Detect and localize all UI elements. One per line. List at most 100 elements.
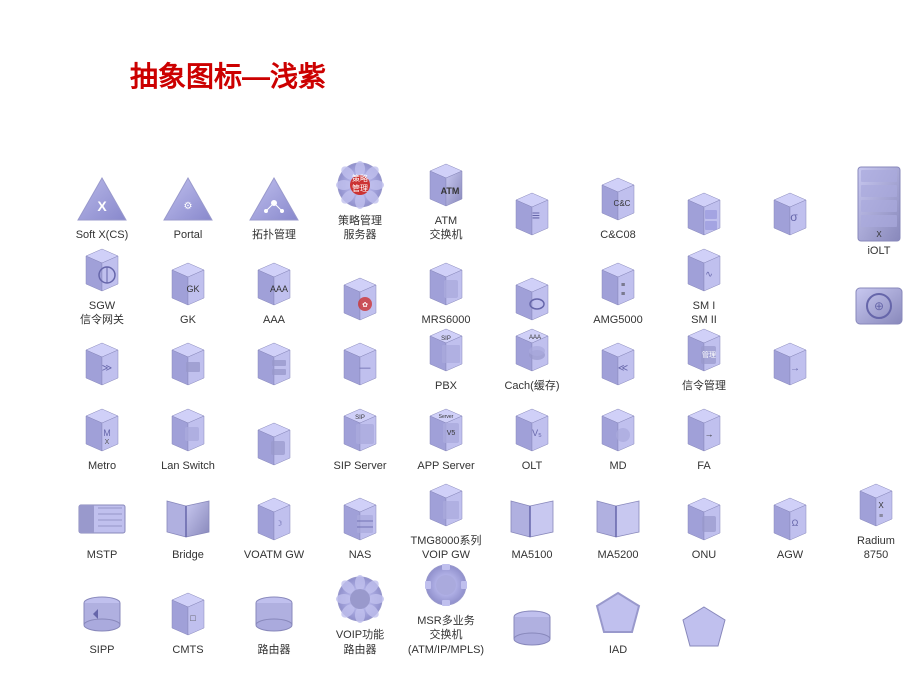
icon-r3-2 [148, 338, 228, 393]
icon-r3-6: ≪ [578, 338, 658, 393]
label-radium: Radium 8750 [857, 534, 895, 563]
label-olt: OLT [522, 459, 543, 473]
icon-appserver: Server V5 APP Server [406, 404, 486, 473]
icon-bridge: Bridge [148, 493, 228, 562]
icon-r3-4: — [320, 338, 400, 393]
svg-text:SIP: SIP [441, 336, 451, 342]
icon-signaling: 管理 信令管理 [664, 324, 744, 393]
label-sipp: SIPP [89, 643, 114, 657]
icon-cube8 [664, 188, 744, 243]
icon-cmts: □ CMTS [148, 588, 228, 657]
icon-sm: ∿ SM I SM II [664, 244, 744, 328]
icon-voip-router: VOIP功能 路由器 [320, 573, 400, 657]
svg-text:AAA: AAA [270, 284, 288, 294]
icon-iolt: X iOLT [853, 165, 905, 257]
label-pbx: PBX [435, 379, 457, 393]
icon-lanswitch: Lan Switch [148, 404, 228, 473]
icon-big-right: ⊕ [853, 280, 905, 337]
svg-text:V5: V5 [447, 430, 456, 437]
icon-blank1: ≡ [492, 188, 572, 243]
icon-aaa: AAA AAA [234, 258, 314, 327]
svg-text:策略: 策略 [352, 173, 368, 183]
svg-text:V₅: V₅ [532, 428, 542, 438]
svg-text:X: X [105, 439, 110, 446]
svg-text:≡: ≡ [879, 513, 883, 520]
svg-text:σ: σ [790, 210, 798, 224]
icon-softx: X Soft X(CS) [62, 173, 142, 242]
icon-nas: NAS [320, 493, 400, 562]
icon-agw: Ω AGW [750, 493, 830, 562]
icon-ma5200: MA5200 [578, 493, 658, 562]
svg-text:管理: 管理 [352, 183, 368, 193]
icon-voatm: ☽ VOATM GW [234, 493, 314, 562]
label-signaling: 信令管理 [682, 379, 726, 393]
svg-text:X: X [878, 501, 884, 510]
label-agw: AGW [777, 548, 803, 562]
icon-portal: ⚙ Portal [148, 173, 228, 242]
icon-r6-extra [664, 602, 744, 657]
icon-mrs6000: MRS6000 [406, 258, 486, 327]
icon-router: 路由器 [234, 588, 314, 657]
svg-text:≡: ≡ [621, 291, 625, 298]
svg-text:X: X [97, 198, 107, 214]
icon-cc08: C&C C&C08 [578, 173, 658, 242]
label-iad: IAD [609, 643, 627, 657]
svg-text:Ω: Ω [792, 518, 799, 528]
svg-text:⚙: ⚙ [184, 201, 193, 212]
svg-text:M: M [103, 428, 111, 438]
label-appserver: APP Server [417, 459, 474, 473]
icon-r3-8: → [750, 338, 830, 393]
svg-text:管理: 管理 [702, 350, 716, 359]
label-voip-router: VOIP功能 路由器 [336, 628, 384, 657]
icon-r3-1: ≫ [62, 338, 142, 393]
label-cmts: CMTS [172, 643, 203, 657]
svg-text:AAA: AAA [529, 335, 541, 341]
icon-radium: X ≡ Radium 8750 [836, 479, 916, 563]
icon-md: MD [578, 404, 658, 473]
label-cach: Cach(缓存) [504, 379, 559, 393]
icon-ma5100: MA5100 [492, 493, 572, 562]
icon-sipp: SIPP [62, 588, 142, 657]
svg-text:□: □ [190, 613, 196, 623]
icon-olt: V₅ OLT [492, 404, 572, 473]
icon-onu: ONU [664, 493, 744, 562]
svg-text:☽: ☽ [275, 519, 282, 528]
icon-sipserver: SIP SIP Server [320, 404, 400, 473]
label-atm: ATM 交换机 [430, 214, 463, 243]
icon-policy: 策略 管理 策略管理 服务器 [320, 159, 400, 243]
svg-text:⊕: ⊕ [874, 299, 884, 313]
icon-fa: → FA [664, 404, 744, 473]
svg-text:GK: GK [186, 284, 199, 294]
label-msr: MSR多业务 交换机 (ATM/IP/MPLS) [408, 614, 484, 657]
icon-r3-3 [234, 338, 314, 393]
svg-text:✿: ✿ [362, 302, 368, 309]
label-metro: Metro [88, 459, 116, 473]
svg-text:→: → [705, 429, 714, 439]
icon-mstp: MSTP [62, 493, 142, 562]
icon-r6-blank [492, 602, 572, 657]
svg-text:≡: ≡ [621, 282, 625, 289]
icon-cach: AAA Cach(缓存) [492, 324, 572, 393]
icon-cube9: σ [750, 188, 830, 243]
label-lanswitch: Lan Switch [161, 459, 215, 473]
svg-text:≪: ≪ [618, 363, 628, 374]
icon-msr: MSR多业务 交换机 (ATM/IP/MPLS) [406, 559, 486, 657]
label-sipserver: SIP Server [334, 459, 387, 473]
label-md: MD [609, 459, 626, 473]
label-router: 路由器 [258, 643, 291, 657]
svg-text:≡: ≡ [532, 207, 540, 223]
svg-text:ATM: ATM [441, 186, 460, 196]
svg-text:→: → [790, 363, 800, 374]
icon-sgw: SGW 信令网关 [62, 244, 142, 328]
label-iolt: iOLT [867, 245, 890, 257]
icon-gk: GK GK [148, 258, 228, 327]
svg-text:≫: ≫ [102, 363, 112, 374]
svg-text:∿: ∿ [705, 269, 713, 279]
label-policy: 策略管理 服务器 [338, 214, 382, 243]
icon-pbx: SIP PBX [406, 324, 486, 393]
icon-topology: 拓扑管理 [234, 173, 314, 242]
icon-amg5000: ≡ ≡ AMG5000 [578, 258, 658, 327]
label-fa: FA [697, 459, 710, 473]
icon-iad: IAD [578, 588, 658, 657]
icon-metro: M X Metro [62, 404, 142, 473]
